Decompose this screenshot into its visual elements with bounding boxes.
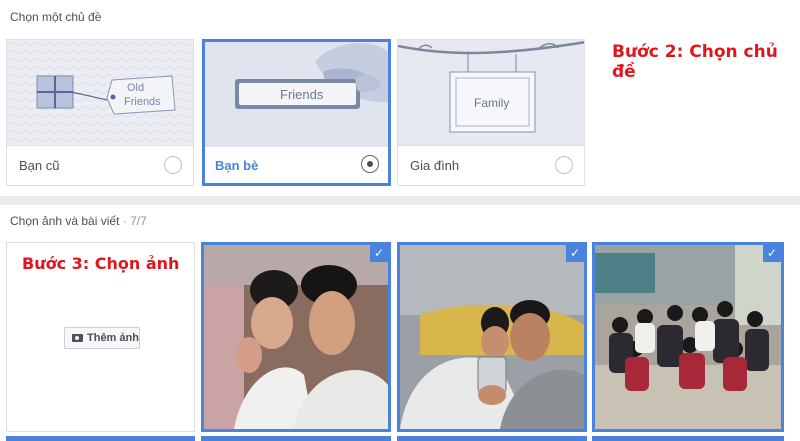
photo-tile-2[interactable]: ✓ xyxy=(397,242,587,432)
photo-2-image xyxy=(400,245,584,429)
photo-tile-3[interactable]: ✓ xyxy=(592,242,784,432)
old-friends-tag-line2: Friends xyxy=(124,96,161,108)
photo-count: 7/7 xyxy=(130,214,147,228)
theme-footer-old-friends: Bạn cũ xyxy=(7,145,193,185)
photo-1-image xyxy=(204,245,388,429)
next-row-tile-2-edge xyxy=(201,436,391,441)
camera-icon xyxy=(72,334,83,342)
photo-3-image xyxy=(595,245,781,429)
radio-friends[interactable] xyxy=(361,155,379,173)
theme-section: Chọn một chủ đề Old Friends Bạn cũ Frien… xyxy=(0,0,800,196)
theme-footer-friends: Bạn bè xyxy=(205,145,388,183)
theme-label-family: Gia đình xyxy=(410,158,460,173)
theme-card-friends[interactable]: Friends Bạn bè xyxy=(202,39,391,186)
friends-tag-text: Friends xyxy=(280,87,324,102)
next-row-tile-4-edge xyxy=(592,436,784,441)
theme-label-old-friends: Bạn cũ xyxy=(19,158,60,173)
theme-image-friends: Friends xyxy=(205,42,388,147)
annotation-step-3: Bước 3: Chọn ảnh xyxy=(22,254,180,273)
add-photo-button[interactable]: Thêm ảnh xyxy=(64,327,140,349)
photo-count-separator: · xyxy=(119,214,131,228)
page: Chọn một chủ đề Old Friends Bạn cũ Frien… xyxy=(0,0,800,441)
photo-1-checkmark-icon: ✓ xyxy=(370,245,388,262)
radio-old-friends[interactable] xyxy=(164,156,182,174)
photo-tile-1[interactable]: ✓ xyxy=(201,242,391,432)
photo-2-checkmark-icon: ✓ xyxy=(566,245,584,262)
radio-family[interactable] xyxy=(555,156,573,174)
photo-section-title: Chọn ảnh và bài viết · 7/7 xyxy=(10,214,147,228)
theme-label-friends: Bạn bè xyxy=(215,158,259,173)
theme-card-family[interactable]: Family Gia đình xyxy=(397,39,585,186)
photo-section-label: Chọn ảnh và bài viết xyxy=(10,214,120,228)
family-tag-text: Family xyxy=(474,96,509,110)
next-row-tile-3-edge xyxy=(397,436,587,441)
next-row-tile-1-edge xyxy=(6,436,195,441)
annotation-step-2: Bước 2: Chọn chủ đề xyxy=(612,42,778,82)
theme-section-title: Chọn một chủ đề xyxy=(10,10,102,24)
old-friends-tag-line1: Old xyxy=(127,82,144,94)
theme-card-old-friends[interactable]: Old Friends Bạn cũ xyxy=(6,39,194,186)
photo-3-checkmark-icon: ✓ xyxy=(763,245,781,262)
radio-dot xyxy=(367,161,373,167)
add-photo-label: Thêm ảnh xyxy=(87,332,139,344)
theme-footer-family: Gia đình xyxy=(398,145,584,185)
theme-image-old-friends: Old Friends xyxy=(7,40,193,145)
theme-image-family: Family xyxy=(398,40,584,145)
